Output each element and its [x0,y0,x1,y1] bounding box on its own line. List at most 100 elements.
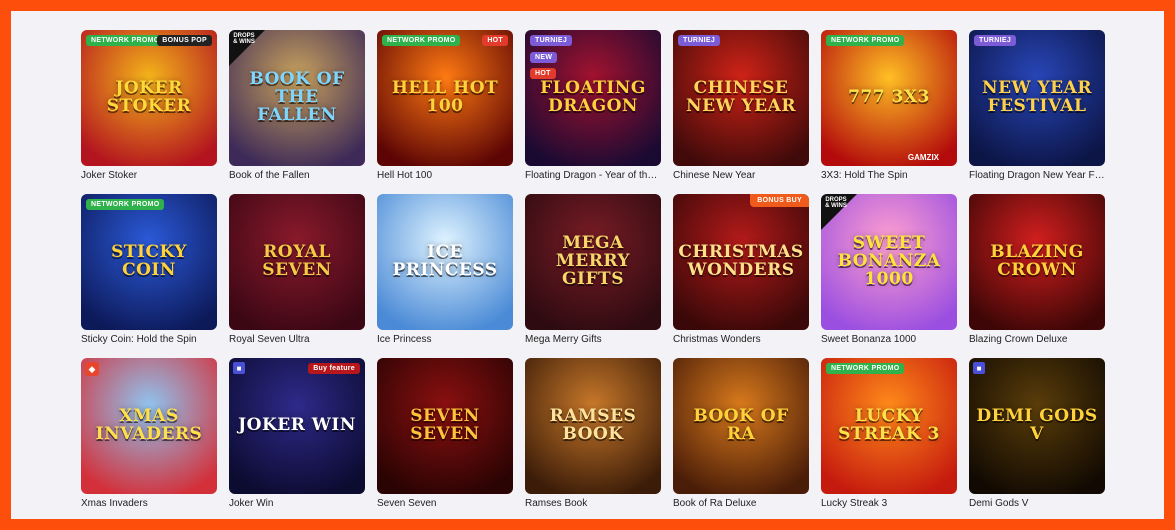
new-badge: NEW [530,52,558,63]
game-art-title: Hell Hot 100 [391,78,499,116]
provider-logo: GAMZIX [907,153,939,162]
game-card-3x3-hold-the-spin[interactable]: 777 3x3 NETWORK PROMO GAMZIX 3X3: Hold The … [821,30,957,194]
game-name[interactable]: Joker Stoker [81,170,217,181]
game-thumbnail[interactable]: Joker Win Buy feature ■ [229,358,365,494]
game-art-title: 777 3x3 [848,87,930,108]
game-card-book-of-ra-deluxe[interactable]: Book of Ra Book of Ra Deluxe [673,358,809,522]
game-thumbnail[interactable]: Chinese New Year TURNIEJ [673,30,809,166]
game-thumbnail[interactable]: Hell Hot 100 NETWORK PROMO HOT [377,30,513,166]
game-name[interactable]: Demi Gods V [969,498,1105,509]
promo-badge: TURNIEJ [974,35,1017,46]
game-grid-panel: Joker Stoker NETWORK PROMO BONUS POP Joker … [11,11,1164,519]
promo-badge: NETWORK PROMO [826,35,905,46]
game-art-title: Sweet Bonanza 1000 [837,233,941,289]
game-thumbnail[interactable]: Book of Ra [673,358,809,494]
game-thumbnail[interactable]: Royal Seven [229,194,365,330]
game-name[interactable]: Chinese New Year [673,170,809,181]
game-name[interactable]: Sticky Coin: Hold the Spin [81,334,217,345]
promo-badge: BONUS BUY [750,194,809,207]
game-art-title: New Year Festival [982,78,1092,116]
game-name[interactable]: Lucky Streak 3 [821,498,957,509]
game-card-seven-seven[interactable]: Seven Seven Seven Seven [377,358,513,522]
game-thumbnail[interactable]: 777 3x3 NETWORK PROMO GAMZIX [821,30,957,166]
game-name[interactable]: Ramses Book [525,498,661,509]
feature-badge: HOT [482,35,508,46]
game-thumbnail[interactable]: Demi Gods V ■ [969,358,1105,494]
provider-icon: ■ [973,362,985,374]
game-card-ramses-book[interactable]: Ramses Book Ramses Book [525,358,661,522]
game-card-lucky-streak-3[interactable]: Lucky Streak 3 NETWORK PROMO Lucky Streak … [821,358,957,522]
game-card-demi-gods-v[interactable]: Demi Gods V ■ Demi Gods V [969,358,1105,522]
game-art-title: Book of Ra [693,406,789,444]
game-thumbnail[interactable]: Floating Dragon TURNIEJ NEW HOT [525,30,661,166]
game-art-title: Blazing Crown [990,242,1084,280]
game-name[interactable]: Mega Merry Gifts [525,334,661,345]
game-thumbnail[interactable]: Book of the Fallen DROPS & WINS [229,30,365,166]
game-thumbnail[interactable]: Blazing Crown [969,194,1105,330]
game-art-title: Mega Merry Gifts [555,233,631,289]
game-card-floating-dragon-year-of-the-snake[interactable]: Floating Dragon TURNIEJ NEW HOT Floating Dra… [525,30,661,194]
feature-badge: Buy feature [308,363,360,374]
game-card-sticky-coin-hold-the-spin[interactable]: Sticky Coin NETWORK PROMO Sticky Coin: Hol… [81,194,217,358]
promo-badge: NETWORK PROMO [86,199,165,210]
game-art-title: Floating Dragon [540,78,646,116]
game-art-title: Joker Stoker [106,78,192,116]
game-name[interactable]: Joker Win [229,498,365,509]
game-name[interactable]: Floating Dragon New Year Festival [969,170,1105,181]
game-thumbnail[interactable]: Sweet Bonanza 1000 DROPS & WINS [821,194,957,330]
drops-wins-label: DROPS & WINS [233,33,255,45]
game-name[interactable]: Hell Hot 100 [377,170,513,181]
game-art-title: Royal Seven [262,242,332,280]
game-name[interactable]: 3X3: Hold The Spin [821,170,957,181]
game-art-title: Seven Seven [410,406,480,444]
game-grid: Joker Stoker NETWORK PROMO BONUS POP Joker … [81,30,1105,522]
game-name[interactable]: Book of the Fallen [229,170,365,181]
game-thumbnail[interactable]: Lucky Streak 3 NETWORK PROMO [821,358,957,494]
game-art-title: Lucky Streak 3 [838,406,940,444]
game-card-joker-stoker[interactable]: Joker Stoker NETWORK PROMO BONUS POP Joker … [81,30,217,194]
game-card-mega-merry-gifts[interactable]: Mega Merry Gifts Mega Merry Gifts [525,194,661,358]
promo-badge: TURNIEJ [678,35,721,46]
game-art-title: Xmas Invaders [95,406,203,444]
game-thumbnail[interactable]: Joker Stoker NETWORK PROMO BONUS POP [81,30,217,166]
game-thumbnail[interactable]: Ice Princess [377,194,513,330]
game-art-title: Demi Gods V [976,406,1098,444]
game-thumbnail[interactable]: Xmas Invaders ◆ [81,358,217,494]
game-name[interactable]: Christmas Wonders [673,334,809,345]
game-name[interactable]: Sweet Bonanza 1000 [821,334,957,345]
game-thumbnail[interactable]: Ramses Book [525,358,661,494]
game-thumbnail[interactable]: Seven Seven [377,358,513,494]
game-name[interactable]: Blazing Crown Deluxe [969,334,1105,345]
game-art-title: Christmas Wonders [678,242,804,280]
game-art-title: Joker Win [238,415,356,436]
game-name[interactable]: Xmas Invaders [81,498,217,509]
game-card-blazing-crown-deluxe[interactable]: Blazing Crown Blazing Crown Deluxe [969,194,1105,358]
promo-badge: TURNIEJ [530,35,573,46]
promo-badge: NETWORK PROMO [86,35,165,46]
game-name[interactable]: Book of Ra Deluxe [673,498,809,509]
game-art-title: Book of the Fallen [249,69,345,125]
game-name[interactable]: Floating Dragon - Year of the Snake [525,170,661,181]
game-card-christmas-wonders[interactable]: Christmas Wonders BONUS BUY Christmas Wond… [673,194,809,358]
game-card-book-of-the-fallen[interactable]: Book of the Fallen DROPS & WINS Book of th… [229,30,365,194]
game-card-chinese-new-year[interactable]: Chinese New Year TURNIEJ Chinese New Year [673,30,809,194]
game-thumbnail[interactable]: New Year Festival TURNIEJ [969,30,1105,166]
game-name[interactable]: Ice Princess [377,334,513,345]
game-card-ice-princess[interactable]: Ice Princess Ice Princess [377,194,513,358]
game-name[interactable]: Seven Seven [377,498,513,509]
game-name[interactable]: Royal Seven Ultra [229,334,365,345]
game-art-title: Chinese New Year [686,78,796,116]
game-thumbnail[interactable]: Christmas Wonders BONUS BUY [673,194,809,330]
promo-badge: NETWORK PROMO [382,35,461,46]
game-thumbnail[interactable]: Mega Merry Gifts [525,194,661,330]
game-card-floating-dragon-new-year-festival[interactable]: New Year Festival TURNIEJ Floating Dragon … [969,30,1105,194]
game-card-hell-hot-100[interactable]: Hell Hot 100 NETWORK PROMO HOT Hell Hot 100 [377,30,513,194]
game-card-joker-win[interactable]: Joker Win Buy feature ■ Joker Win [229,358,365,522]
game-thumbnail[interactable]: Sticky Coin NETWORK PROMO [81,194,217,330]
game-art-title: Sticky Coin [111,242,187,280]
game-card-royal-seven-ultra[interactable]: Royal Seven Royal Seven Ultra [229,194,365,358]
drops-wins-label: DROPS & WINS [825,197,847,209]
game-card-sweet-bonanza-1000[interactable]: Sweet Bonanza 1000 DROPS & WINS Sweet Bona… [821,194,957,358]
provider-icon: ■ [233,362,245,374]
game-card-xmas-invaders[interactable]: Xmas Invaders ◆ Xmas Invaders [81,358,217,522]
